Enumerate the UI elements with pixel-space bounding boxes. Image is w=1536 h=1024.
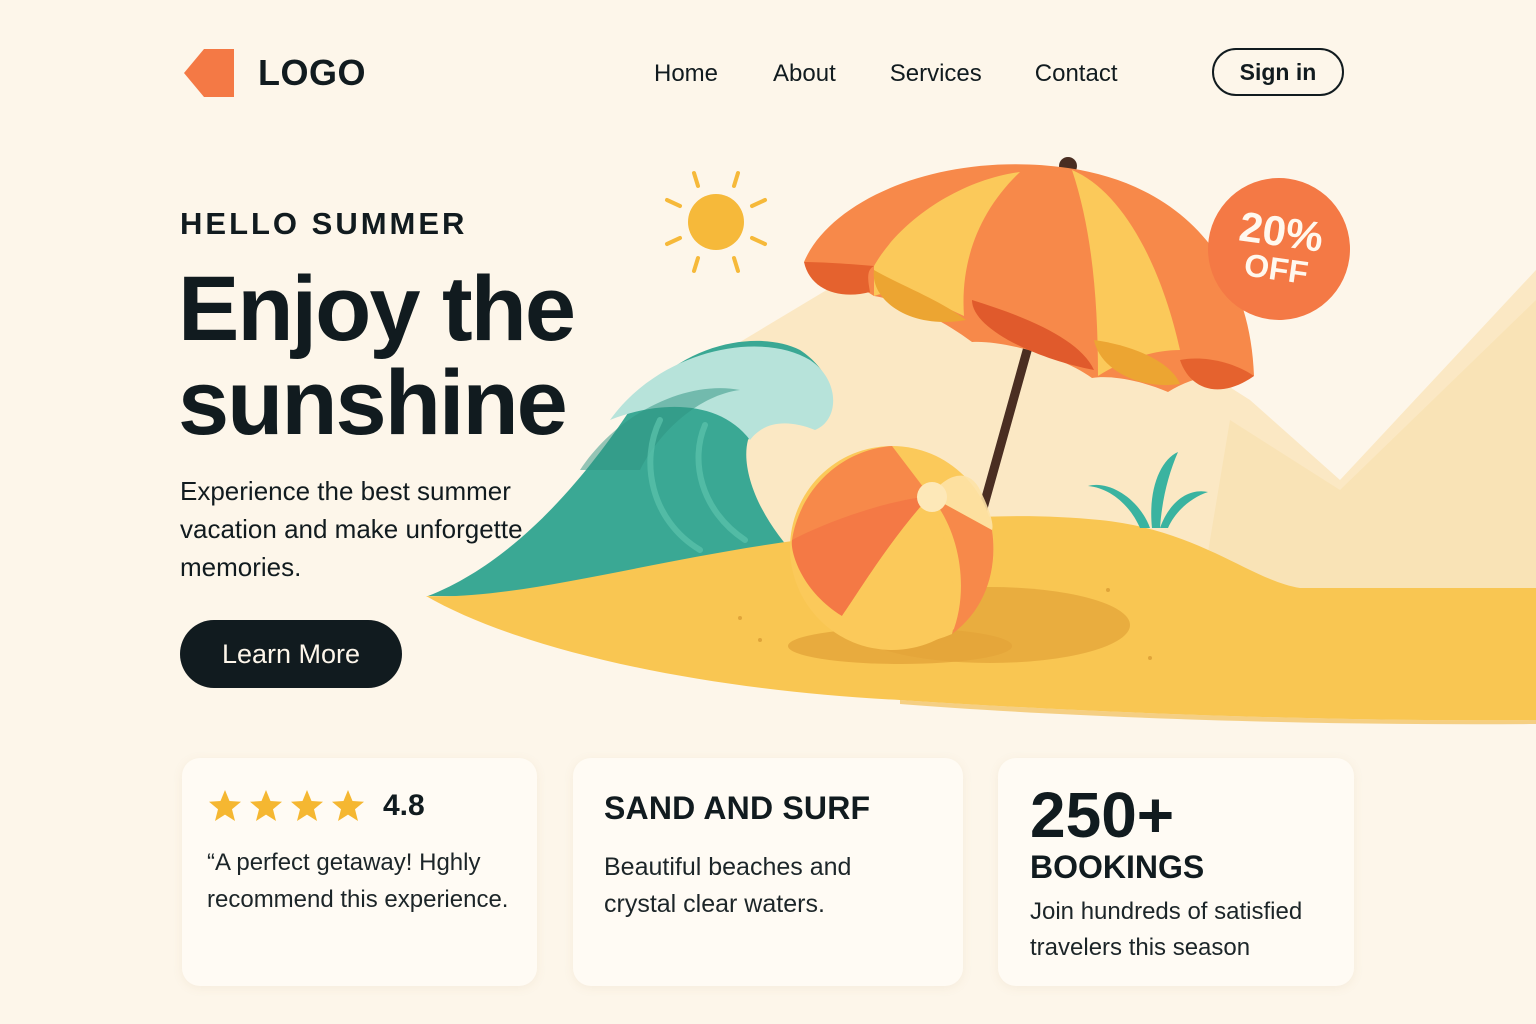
sand-surf-text: Beautiful beaches and crystal clear wate…: [604, 849, 963, 923]
logo[interactable]: LOGO: [182, 48, 366, 98]
badge-off: OFF: [1242, 246, 1311, 292]
nav-home[interactable]: Home: [654, 58, 718, 90]
landing-page: LOGO Home About Services Contact Sign in…: [0, 0, 1536, 1024]
star-icon: [250, 790, 282, 821]
hero-eyebrow: HELLO SUMMER: [180, 206, 468, 241]
sun-icon: [665, 171, 767, 273]
nav-about[interactable]: About: [773, 58, 836, 90]
review-quote: “A perfect getaway! Hghly recommend this…: [207, 844, 527, 918]
hero-headline: Enjoy the sunshine: [178, 262, 598, 450]
sign-in-button[interactable]: Sign in: [1212, 48, 1344, 96]
bookings-card: 250+ BOOKINGS Join hundreds of satisfied…: [998, 758, 1354, 986]
subtext-line-3: memories.: [180, 552, 302, 582]
star-icon: [209, 790, 241, 821]
logo-text: LOGO: [258, 52, 366, 93]
main-nav: Home About Services Contact: [654, 58, 1173, 90]
surf-line-1: Beautiful beaches and: [604, 853, 852, 881]
headline-line-2: sunshine: [178, 352, 568, 454]
subtext-line-2: vacation and make unforgette: [180, 514, 523, 544]
surf-line-2: crystal clear waters.: [604, 890, 825, 918]
bookings-count: 250+: [1030, 779, 1175, 851]
bookings-text: Join hundreds of satisfied travelers thi…: [1030, 894, 1354, 966]
rating-value: 4.8: [383, 789, 425, 822]
logo-tag-icon: [184, 49, 234, 97]
nav-services[interactable]: Services: [890, 58, 982, 90]
star-icon: [291, 790, 323, 821]
headline-line-1: Enjoy the: [178, 258, 576, 360]
bookings-line-2: travelers this season: [1030, 934, 1251, 961]
sand-surf-title: SAND AND SURF: [604, 790, 871, 826]
beach-ball-icon: [790, 446, 994, 650]
star-icon: [332, 790, 364, 821]
quote-line-1: “A perfect getaway! Hghly: [207, 849, 481, 876]
quote-line-2: recommend this experience.: [207, 886, 509, 913]
hero-subtext: Experience the best summer vacation and …: [180, 472, 560, 586]
rating-card: 4.8 “A perfect getaway! Hghly recommend …: [182, 758, 537, 986]
bookings-line-1: Join hundreds of satisfied: [1030, 898, 1303, 925]
bookings-label: BOOKINGS: [1030, 849, 1205, 885]
star-rating: 4.8: [207, 788, 537, 824]
learn-more-button[interactable]: Learn More: [180, 620, 402, 688]
subtext-line-1: Experience the best summer: [180, 476, 511, 506]
sand-surf-card: SAND AND SURF Beautiful beaches and crys…: [573, 758, 963, 986]
nav-contact[interactable]: Contact: [1035, 58, 1118, 90]
